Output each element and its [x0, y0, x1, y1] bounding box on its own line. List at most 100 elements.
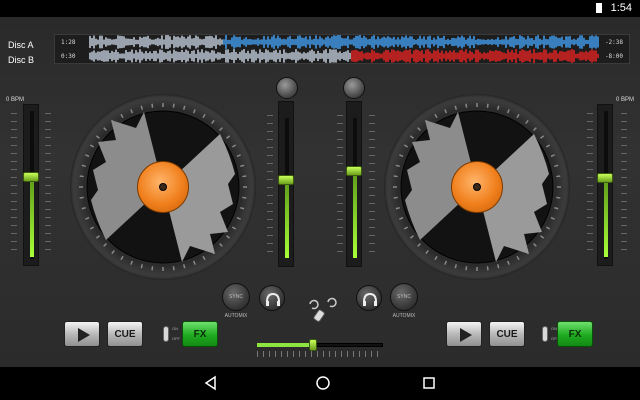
sync-button-a[interactable]: SYNC — [222, 283, 250, 311]
waveform-bar — [255, 51, 257, 61]
waveform-bar — [229, 39, 231, 45]
back-icon[interactable] — [203, 375, 219, 391]
battery-icon — [596, 3, 602, 13]
rotate-icon[interactable] — [304, 294, 338, 324]
fx-button-b[interactable]: FX — [557, 321, 593, 347]
waveform-bar — [447, 52, 449, 60]
cue-button-a[interactable]: CUE — [107, 321, 143, 347]
waveform-bar — [121, 53, 123, 59]
toggle-b[interactable]: ON OFF — [539, 324, 559, 344]
waveform-bar — [377, 36, 379, 48]
status-bar: 1:54 — [0, 0, 640, 17]
play-button-a[interactable] — [64, 321, 100, 347]
channel-fader-a[interactable] — [278, 101, 294, 267]
waveform-bar — [177, 36, 179, 48]
waveform-bar — [89, 52, 91, 60]
pitch-slider-a[interactable] — [23, 104, 39, 266]
turntable-a[interactable] — [70, 94, 256, 280]
waveform-bar — [341, 53, 343, 59]
waveform-bar — [511, 49, 513, 63]
waveform-bar — [227, 49, 229, 63]
waveform-bar — [367, 52, 369, 60]
waveform-bar — [503, 52, 505, 60]
deck-a-bpm: 0 BPM — [6, 97, 25, 103]
headphones-button-a[interactable] — [259, 285, 285, 311]
waveform-bar — [431, 53, 433, 59]
waveform-bar — [413, 39, 415, 45]
waveform-bar — [391, 49, 393, 63]
fader-a-thumb[interactable] — [278, 174, 294, 185]
platter-tick — [516, 255, 520, 261]
waveform-bar — [301, 37, 303, 47]
waveform-bar — [223, 53, 225, 59]
waveform-bar — [583, 52, 585, 60]
waveform-bar — [461, 49, 463, 63]
waveform-bar — [389, 52, 391, 60]
waveform-bar — [525, 51, 527, 61]
recents-icon[interactable] — [421, 375, 437, 391]
waveform-bar — [533, 49, 535, 63]
turntable-b[interactable] — [384, 94, 570, 280]
waveform-bar — [259, 49, 261, 63]
platter-tick — [454, 105, 458, 110]
waveform-bar — [369, 52, 371, 60]
waveform-bar — [535, 36, 537, 48]
waveform-bar — [287, 37, 289, 47]
pitch-a-thumb[interactable] — [23, 171, 39, 182]
waveform-bar — [333, 49, 335, 63]
gain-knob-a[interactable] — [276, 77, 298, 99]
waveform-bar — [253, 39, 255, 45]
fader-b-fill — [353, 171, 357, 258]
platter-tick — [393, 175, 398, 178]
waveform-bar — [139, 36, 141, 48]
home-icon[interactable] — [315, 375, 331, 391]
cue-button-b[interactable]: CUE — [489, 321, 525, 347]
pitch-b-thumb[interactable] — [597, 173, 613, 184]
waveform-bar — [387, 50, 389, 62]
waveform-bar — [483, 52, 485, 60]
pitch-slider-b[interactable] — [597, 104, 613, 266]
waveform-bar — [313, 38, 315, 46]
waveform-panel[interactable]: 1:28 0:30 -2:38 -8:00 — [54, 34, 630, 64]
platter-tick — [533, 127, 537, 131]
sync-button-b[interactable]: SYNC — [390, 283, 418, 311]
fx-button-a[interactable]: FX — [182, 321, 218, 347]
waveform-bar — [281, 39, 283, 45]
platter-tick — [240, 206, 245, 210]
play-icon — [460, 328, 472, 342]
headphones-button-b[interactable] — [356, 285, 382, 311]
waveform-bar — [287, 53, 289, 59]
crossfader-thumb[interactable] — [308, 339, 317, 351]
platter-tick — [525, 119, 529, 124]
platter-tick — [111, 250, 115, 255]
waveform-bar — [115, 49, 117, 63]
fader-right-ticks — [337, 115, 343, 259]
gain-knob-b[interactable] — [343, 77, 365, 99]
waveform-bar — [191, 38, 193, 46]
toggle-a[interactable]: ON OFF — [160, 324, 180, 344]
waveform-bar — [161, 49, 163, 63]
waveform-bar — [419, 51, 421, 61]
crossfader[interactable] — [257, 339, 383, 360]
waveform-bar — [323, 39, 325, 45]
waveform-bar — [155, 50, 157, 62]
waveform-bar — [527, 51, 529, 61]
play-button-b[interactable] — [446, 321, 482, 347]
waveform-bar — [259, 39, 261, 45]
waveform-bar — [243, 38, 245, 46]
waveform-bar — [235, 36, 237, 48]
platter-tick — [192, 260, 196, 265]
fader-b-thumb[interactable] — [346, 165, 362, 176]
fader-right-ticks-2 — [369, 115, 375, 259]
waveform-bar — [153, 39, 155, 45]
platter-tick — [556, 175, 561, 178]
waveform-bar — [343, 38, 345, 46]
waveform-bar — [307, 52, 309, 60]
platter-tick — [140, 105, 144, 110]
waveform-bar — [269, 39, 271, 45]
waveform-bar — [217, 52, 219, 60]
channel-fader-b[interactable] — [346, 101, 362, 267]
waveform-bar — [487, 39, 489, 45]
platter-tick — [444, 260, 448, 265]
waveform-bar — [529, 38, 531, 46]
